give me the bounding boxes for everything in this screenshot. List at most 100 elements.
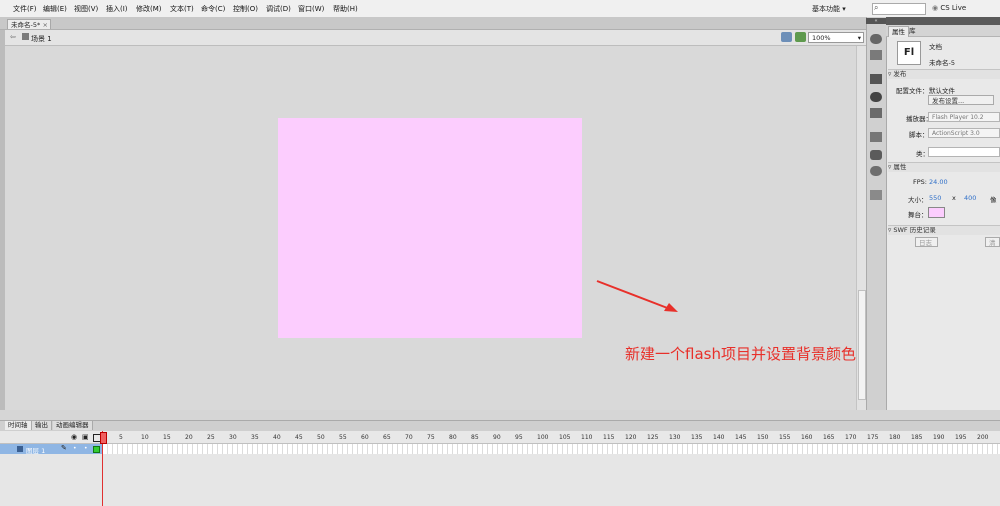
script-select[interactable]: ActionScript 3.0 [928,128,1000,138]
tab-output[interactable]: 输出 [32,421,52,430]
frame-tick-label: 125 [647,434,659,441]
frame-tick-label: 30 [229,434,237,441]
layer-type-icon [17,446,23,452]
timeline-tab-bar [0,420,1000,431]
menu-commands[interactable]: 命令(C) [201,4,225,14]
menu-window[interactable]: 窗口(W) [298,4,324,14]
frame-tick-label: 195 [955,434,967,441]
stage-canvas[interactable] [278,118,582,338]
document-tab[interactable]: 未命名-5* × [7,19,51,29]
swf-history-label: SWF 历史记录 [893,226,936,234]
cs-live-button[interactable]: ◉ CS Live [932,4,966,12]
properties-section-header[interactable]: ▿ 属性 [888,162,1000,172]
publish-settings-button[interactable]: 发布设置... [928,95,994,105]
doc-name-label: 未命名-5 [929,59,955,67]
menu-debug[interactable]: 调试(D) [266,4,291,14]
height-value[interactable]: 400 [964,194,976,202]
pencil-icon: ✎ [61,444,67,452]
frame-tick-label: 185 [911,434,923,441]
menu-text[interactable]: 文本(T) [170,4,194,14]
components-icon[interactable] [870,150,882,160]
eye-icon[interactable]: ◉ [71,433,77,441]
frame-tick-label: 180 [889,434,901,441]
menu-insert[interactable]: 插入(I) [106,4,128,14]
log-button[interactable]: 日志 [915,237,938,247]
frame-cells[interactable] [103,444,1000,454]
stage-color-swatch[interactable] [928,207,945,218]
fps-value[interactable]: 24.00 [929,178,948,186]
frame-tick-label: 25 [207,434,215,441]
transform-icon[interactable] [870,108,882,118]
color-wheel-icon[interactable] [870,34,882,44]
scene-bar [5,30,866,46]
width-value[interactable]: 550 [929,194,941,202]
annotation-text: 新建一个flash项目并设置背景颜色 [625,345,856,363]
frame-tick-label: 120 [625,434,637,441]
menu-help[interactable]: 帮助(H) [333,4,358,14]
frame-tick-label: 130 [669,434,681,441]
class-input[interactable] [928,147,1000,157]
workspace-switcher[interactable]: 基本功能 ▾ [812,4,846,14]
frame-tick-label: 10 [141,434,149,441]
motion-presets-icon[interactable] [870,166,882,176]
timeline-empty-area [0,454,1000,506]
frame-tick-label: 175 [867,434,879,441]
frame-tick-label: 100 [537,434,549,441]
profile-label: 配置文件： [896,87,929,95]
frame-tick-label: 105 [559,434,571,441]
edit-scene-icon[interactable] [781,32,792,42]
menu-control[interactable]: 控制(O) [233,4,258,14]
align-icon[interactable] [870,74,882,84]
visible-dot[interactable]: • [73,445,77,452]
frame-tick-label: 170 [845,434,857,441]
size-separator: x [952,194,956,202]
cs-live-icon: ◉ [932,4,939,12]
layer-row[interactable] [0,444,103,454]
frame-tick-label: 160 [801,434,813,441]
frame-tick-label: 95 [515,434,523,441]
swf-history-section-header[interactable]: ▿ SWF 历史记录 [888,225,1000,235]
frame-tick-label: 35 [251,434,259,441]
frame-tick-label: 150 [757,434,769,441]
player-select[interactable]: Flash Player 10.2 [928,112,1000,122]
annotation-arrow [596,280,678,312]
menu-edit[interactable]: 编辑(E) [43,4,67,14]
chevron-down-icon: ▾ [857,34,861,42]
doc-type-label: 文档 [929,43,942,51]
playhead[interactable] [100,432,107,444]
frame-tick-label: 200 [977,434,989,441]
frame-tick-label: 15 [163,434,171,441]
script-label: 脚本： [909,131,929,139]
close-icon[interactable]: × [43,20,48,30]
lock-icon[interactable]: ▣ [82,433,89,441]
tab-library[interactable]: 库 [906,26,919,36]
frame-tick-label: 145 [735,434,747,441]
layer-outline-color[interactable] [93,446,100,453]
tab-motion-editor[interactable]: 动画编辑器 [53,421,93,430]
scrollbar-thumb[interactable] [858,290,866,400]
search-input[interactable]: ⌕ [872,3,926,15]
frame-tick-label: 75 [427,434,435,441]
back-arrow-icon[interactable]: ⇦ [10,33,16,41]
menu-modify[interactable]: 修改(M) [136,4,162,14]
collapse-icon[interactable]: « [866,18,886,24]
frame-tick-label: 155 [779,434,791,441]
menu-file[interactable]: 文件(F) [13,4,37,14]
frame-tick-label: 190 [933,434,945,441]
frame-tick-label: 80 [449,434,457,441]
publish-section-header[interactable]: ▿ 发布 [888,69,1000,79]
frame-tick-label: 40 [273,434,281,441]
edit-symbol-icon[interactable] [795,32,806,42]
frame-tick-label: 55 [339,434,347,441]
clear-button[interactable]: 清 [985,237,1000,247]
project-icon[interactable] [870,190,882,200]
tab-timeline[interactable]: 时间轴 [5,421,32,430]
info-icon[interactable] [870,92,882,102]
menu-view[interactable]: 视图(V) [74,4,98,14]
frame-tick-label: 20 [185,434,193,441]
zoom-select[interactable]: 100% ▾ [808,32,864,43]
swatches-icon[interactable] [870,50,882,60]
code-snippets-icon[interactable] [870,132,882,142]
frame-tick-label: 165 [823,434,835,441]
lock-dot[interactable]: • [84,445,88,452]
